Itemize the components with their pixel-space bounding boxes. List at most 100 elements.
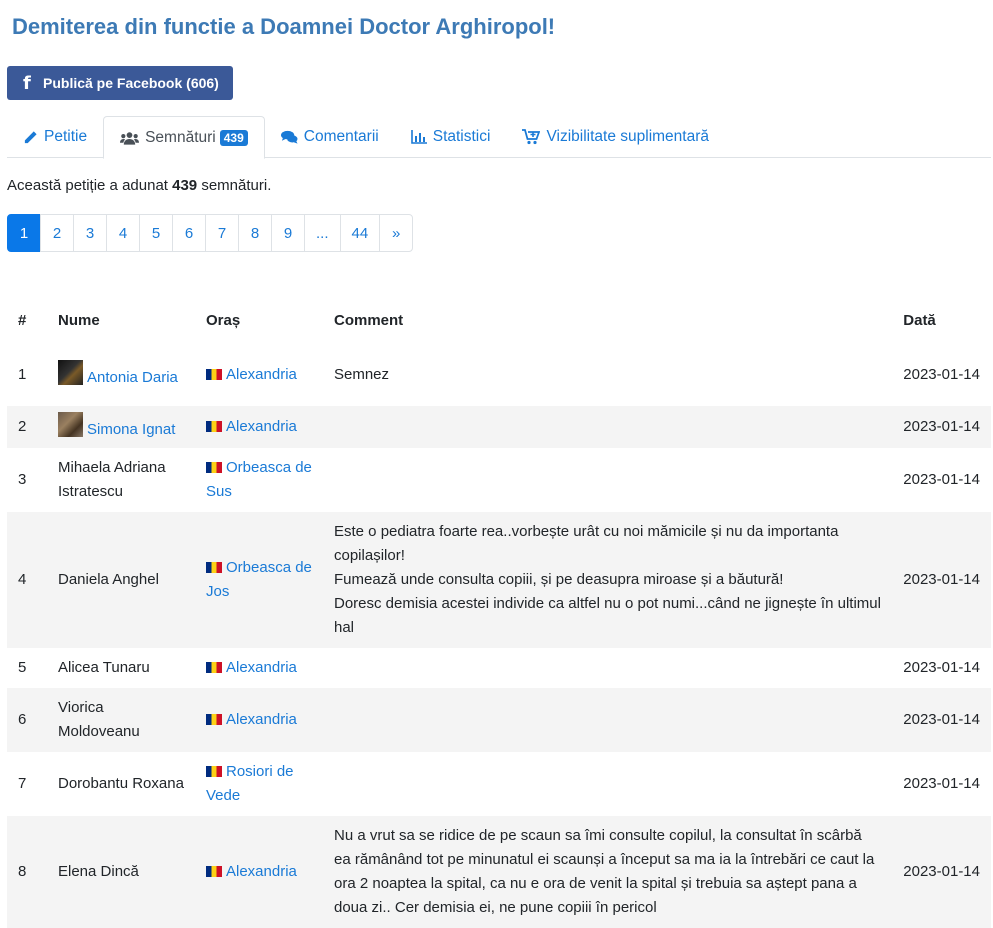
row-date: 2023-01-14 xyxy=(903,571,980,588)
signature-summary: Această petiție a adunat 439 semnături. xyxy=(7,177,271,194)
row-city-cell: Alexandria xyxy=(195,816,323,928)
city-link[interactable]: Alexandria xyxy=(226,418,297,435)
row-number: 8 xyxy=(18,863,27,880)
signer-name: Elena Dincă xyxy=(58,863,139,880)
row-city-cell: Alexandria xyxy=(195,344,323,406)
page-3[interactable]: 3 xyxy=(73,214,107,252)
avatar[interactable] xyxy=(58,412,83,437)
row-date: 2023-01-14 xyxy=(903,863,980,880)
share-facebook-button[interactable]: f Publică pe Facebook (606) xyxy=(7,66,233,100)
pagination: 1 2 3 4 5 6 7 8 9 ... 44 » xyxy=(7,214,414,252)
city-link[interactable]: Alexandria xyxy=(226,366,297,383)
row-name-cell: Dorobantu Roxana xyxy=(47,752,195,816)
header-city: Oraș xyxy=(206,311,241,329)
header-comment: Comment xyxy=(334,311,404,329)
city-link[interactable]: Alexandria xyxy=(226,863,297,880)
page-8[interactable]: 8 xyxy=(238,214,272,252)
row-date: 2023-01-14 xyxy=(903,418,980,435)
romania-flag-icon xyxy=(206,462,222,473)
row-number: 6 xyxy=(18,711,27,728)
romania-flag-icon xyxy=(206,766,222,777)
page-44[interactable]: 44 xyxy=(339,214,381,252)
row-number: 2 xyxy=(18,418,27,435)
cart-plus-icon xyxy=(522,129,541,145)
row-city-cell: Rosiori de Vede xyxy=(195,752,323,816)
row-comment xyxy=(323,448,892,512)
row-name-cell: Antonia Daria xyxy=(47,344,195,406)
tab-bar: Petitie Semnături 439 Comentarii Statist… xyxy=(7,116,991,159)
tab-vizibilitate[interactable]: Vizibilitate suplimentară xyxy=(506,116,725,158)
table-header-row: # Nume Oraș Comment Dată xyxy=(7,296,991,344)
page-4[interactable]: 4 xyxy=(106,214,140,252)
page-ellipsis[interactable]: ... xyxy=(304,214,341,252)
signer-name[interactable]: Antonia Daria xyxy=(87,369,178,386)
row-name-cell: Mihaela Adriana Istratescu xyxy=(47,448,195,512)
row-city-cell: Orbeasca de Jos xyxy=(195,512,323,648)
row-name-cell: Elena Dincă xyxy=(47,816,195,928)
comment-line: Fumează unde consulta copiii, și pe deas… xyxy=(334,571,784,588)
summary-prefix: Această petiție a adunat xyxy=(7,177,168,194)
table-row: 5 Alicea Tunaru Alexandria 2023-01-14 xyxy=(7,648,991,688)
tab-vizibilitate-label: Vizibilitate suplimentară xyxy=(546,128,709,145)
signatures-table: # Nume Oraș Comment Dată 1 Antonia Daria A… xyxy=(7,296,991,928)
tab-semnaturi[interactable]: Semnături 439 xyxy=(103,116,265,159)
avatar[interactable] xyxy=(58,360,83,385)
comments-icon xyxy=(280,130,298,144)
row-date: 2023-01-14 xyxy=(903,711,980,728)
signer-name[interactable]: Simona Ignat xyxy=(87,421,175,438)
row-date: 2023-01-14 xyxy=(903,366,980,383)
row-comment: Este o pediatra foarte rea..vorbește urâ… xyxy=(323,512,892,648)
row-number: 5 xyxy=(18,659,27,676)
page-title: Demiterea din functie a Doamnei Doctor A… xyxy=(12,14,556,39)
romania-flag-icon xyxy=(206,714,222,725)
row-city-cell: Orbeasca de Sus xyxy=(195,448,323,512)
page-6[interactable]: 6 xyxy=(172,214,206,252)
row-name-cell: Simona Ignat xyxy=(47,406,195,448)
row-date: 2023-01-14 xyxy=(903,775,980,792)
row-comment: Semnez xyxy=(323,344,892,406)
signer-name: Alicea Tunaru xyxy=(58,659,150,676)
row-number: 4 xyxy=(18,571,27,588)
row-date: 2023-01-14 xyxy=(903,471,980,488)
row-number: 7 xyxy=(18,775,27,792)
pencil-icon xyxy=(23,130,38,145)
page-5[interactable]: 5 xyxy=(139,214,173,252)
page-7[interactable]: 7 xyxy=(205,214,239,252)
row-comment xyxy=(323,752,892,816)
tab-petitie-label: Petitie xyxy=(44,128,88,145)
page-2[interactable]: 2 xyxy=(40,214,74,252)
row-comment xyxy=(323,688,892,752)
page-1[interactable]: 1 xyxy=(7,214,41,252)
tab-comentarii-label: Comentarii xyxy=(303,128,379,145)
romania-flag-icon xyxy=(206,369,222,380)
signer-name: Dorobantu Roxana xyxy=(58,775,184,792)
header-date: Dată xyxy=(903,311,936,329)
comment-line: Semnez xyxy=(334,366,390,383)
tab-comentarii[interactable]: Comentarii xyxy=(265,116,395,158)
table-row: 6 Viorica Moldoveanu Alexandria 2023-01-14 xyxy=(7,688,991,752)
table-row: 3 Mihaela Adriana Istratescu Orbeasca de S… xyxy=(7,448,991,512)
row-date: 2023-01-14 xyxy=(903,659,980,676)
table-row: 1 Antonia Daria Alexandria Semnez 2023-01-14 xyxy=(7,344,991,406)
facebook-icon: f xyxy=(23,72,31,94)
tab-statistici[interactable]: Statistici xyxy=(395,116,507,158)
users-icon xyxy=(120,131,140,145)
row-comment: Nu a vrut sa se ridice de pe scaun sa îm… xyxy=(323,816,892,928)
row-number: 1 xyxy=(18,366,27,383)
city-link[interactable]: Alexandria xyxy=(226,659,297,676)
romania-flag-icon xyxy=(206,562,222,573)
table-row: 2 Simona Ignat Alexandria 2023-01-14 xyxy=(7,406,991,448)
comment-line: Este o pediatra foarte rea..vorbește urâ… xyxy=(334,523,839,564)
romania-flag-icon xyxy=(206,866,222,877)
city-link[interactable]: Alexandria xyxy=(226,711,297,728)
summary-count: 439 xyxy=(172,177,198,194)
table-row: 8 Elena Dincă Alexandria Nu a vrut sa se ri… xyxy=(7,816,991,928)
bar-chart-icon xyxy=(410,130,427,144)
page-9[interactable]: 9 xyxy=(271,214,305,252)
row-city-cell: Alexandria xyxy=(195,406,323,448)
signature-count-badge: 439 xyxy=(219,129,248,146)
header-number: # xyxy=(18,311,27,329)
page-next[interactable]: » xyxy=(379,214,414,252)
tab-petitie[interactable]: Petitie xyxy=(7,116,103,158)
row-name-cell: Viorica Moldoveanu xyxy=(47,688,195,752)
